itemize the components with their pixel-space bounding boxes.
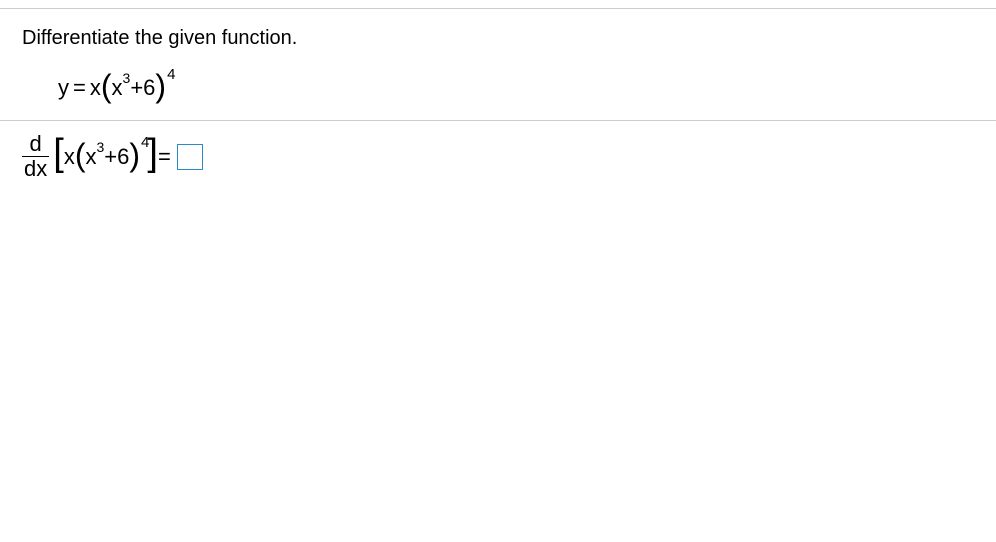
problem-section: Differentiate the given function. y = x …	[0, 9, 996, 120]
plus: +	[130, 75, 143, 101]
plus-2: +	[104, 144, 117, 170]
right-paren-2: )	[129, 139, 140, 171]
answer-section: d dx [ x ( x 3 + 6 ) 4 ] =	[0, 121, 996, 192]
inner-x-2: x	[85, 144, 96, 170]
const-6-2: 6	[117, 144, 129, 170]
instruction-text: Differentiate the given function.	[22, 27, 974, 50]
given-function: y = x ( x 3 + 6 ) 4	[22, 72, 974, 104]
denominator-dx: dx	[22, 156, 49, 180]
inner-exp-2: 3	[96, 139, 104, 155]
answer-input[interactable]	[177, 144, 203, 170]
right-paren: )	[155, 70, 166, 102]
numerator-d: d	[28, 133, 44, 156]
const-6: 6	[143, 75, 155, 101]
inner-x: x	[112, 75, 123, 101]
left-paren-2: (	[75, 139, 86, 171]
factor-x-2: x	[64, 144, 75, 170]
equals-sign: =	[73, 75, 86, 101]
paren-group-2: ( x 3 + 6 )	[75, 141, 140, 173]
paren-group: ( x 3 + 6 )	[101, 72, 166, 104]
left-paren: (	[101, 70, 112, 102]
equals-sign-2: =	[158, 144, 171, 170]
factor-x: x	[90, 75, 101, 101]
d-dx-fraction: d dx	[22, 133, 49, 180]
lhs-y: y	[58, 75, 69, 101]
left-bracket: [	[53, 136, 64, 170]
right-bracket: ]	[147, 136, 158, 170]
inner-exp: 3	[123, 70, 131, 86]
outer-exp: 4	[167, 66, 175, 83]
